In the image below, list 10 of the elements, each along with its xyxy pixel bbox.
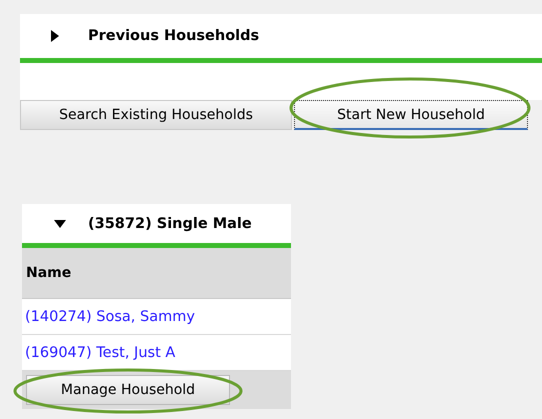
panel-title: (35872) Single Male xyxy=(88,216,252,232)
tab-button[interactable]: Start New Household xyxy=(294,100,528,130)
column-header: Name xyxy=(22,248,291,299)
manage-button[interactable]: Manage Household xyxy=(26,375,230,405)
panel-header[interactable]: Previous Households xyxy=(20,14,542,58)
tab-button[interactable]: Search Existing Households xyxy=(20,100,292,130)
member-link[interactable]: (140274) Sosa, Sammy xyxy=(25,308,195,324)
panel-header[interactable]: (35872) Single Male xyxy=(22,204,291,243)
panel-title: Previous Households xyxy=(88,28,260,44)
member-link[interactable]: (169047) Test, Just A xyxy=(25,344,176,360)
